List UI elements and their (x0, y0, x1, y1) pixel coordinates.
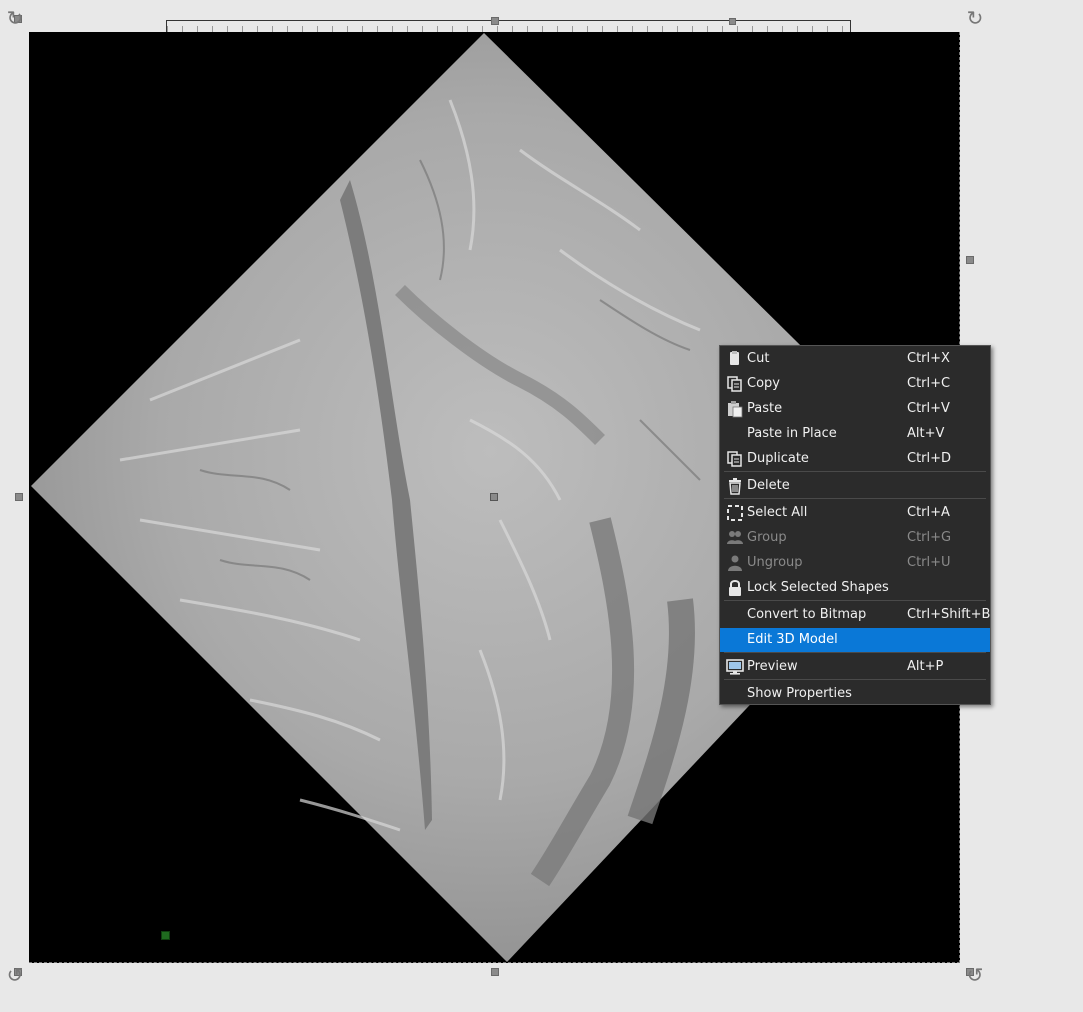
menu-item-convert-to-bitmap[interactable]: Convert to Bitmap Ctrl+Shift+B (720, 603, 990, 627)
menu-separator (724, 471, 986, 472)
ruler-marker[interactable] (729, 18, 736, 25)
rotate-handle-bottom-left-icon[interactable]: ↺ (4, 964, 26, 986)
menu-item-label: Duplicate (747, 451, 809, 466)
menu-item-label: Preview (747, 659, 798, 674)
menu-item-shortcut: Ctrl+D (907, 451, 952, 466)
menu-item-paste[interactable]: Paste Ctrl+V (720, 397, 990, 421)
center-handle[interactable] (490, 493, 498, 501)
menu-item-label: Edit 3D Model (747, 632, 838, 647)
menu-item-shortcut: Ctrl+A (907, 505, 950, 520)
lock-icon (729, 580, 741, 596)
rotate-handle-top-right-icon[interactable]: ↻ (964, 7, 986, 29)
menu-item-paste-in-place[interactable]: Paste in Place Alt+V (720, 422, 990, 446)
menu-item-shortcut: Ctrl+Shift+B (907, 607, 991, 622)
menu-item-shortcut: Alt+P (907, 659, 944, 674)
menu-separator (724, 679, 986, 680)
menu-item-shortcut: Ctrl+G (907, 530, 952, 545)
menu-item-group[interactable]: Group Ctrl+G (720, 526, 990, 550)
menu-separator (724, 498, 986, 499)
copy-icon (727, 376, 742, 392)
menu-item-label: Paste in Place (747, 426, 837, 441)
anchor-point[interactable] (161, 931, 170, 940)
duplicate-icon (727, 451, 742, 467)
resize-handle-bottom[interactable] (491, 968, 499, 976)
rotate-handle-top-left-icon[interactable]: ↻ (4, 7, 26, 29)
resize-handle-top[interactable] (491, 17, 499, 25)
menu-item-label: Cut (747, 351, 770, 366)
rotate-handle-bottom-right-icon[interactable]: ↺ (964, 964, 986, 986)
menu-item-shortcut: Ctrl+U (907, 555, 951, 570)
trash-icon (729, 478, 741, 495)
menu-item-cut[interactable]: Cut Ctrl+X (720, 347, 990, 371)
paste-icon (728, 401, 743, 418)
menu-item-label: Show Properties (747, 686, 852, 701)
menu-item-label: Ungroup (747, 555, 803, 570)
menu-item-lock-selected-shapes[interactable]: Lock Selected Shapes (720, 576, 990, 600)
menu-item-shortcut: Ctrl+X (907, 351, 950, 366)
menu-item-preview[interactable]: Preview Alt+P (720, 655, 990, 679)
resize-handle-left[interactable] (15, 493, 23, 501)
monitor-icon (726, 659, 744, 675)
menu-item-shortcut: Ctrl+C (907, 376, 951, 391)
cut-icon (730, 351, 739, 365)
menu-item-label: Paste (747, 401, 783, 416)
group-icon (727, 531, 743, 544)
menu-item-copy[interactable]: Copy Ctrl+C (720, 372, 990, 396)
menu-item-label: Lock Selected Shapes (747, 580, 889, 595)
menu-item-label: Group (747, 530, 787, 545)
menu-item-label: Delete (747, 478, 790, 493)
menu-item-edit-3d-model[interactable]: Edit 3D Model (720, 628, 990, 652)
menu-item-label: Select All (747, 505, 808, 520)
context-menu: Cut Ctrl+X Copy Ctrl+C Paste Ctrl+V Past… (719, 345, 991, 705)
menu-item-duplicate[interactable]: Duplicate Ctrl+D (720, 447, 990, 471)
menu-item-select-all[interactable]: Select All Ctrl+A (720, 501, 990, 525)
menu-separator (724, 600, 986, 601)
menu-item-label: Copy (747, 376, 780, 391)
menu-item-delete[interactable]: Delete (720, 474, 990, 498)
menu-item-shortcut: Ctrl+V (907, 401, 950, 416)
menu-item-label: Convert to Bitmap (747, 607, 867, 622)
select-all-icon (727, 505, 743, 521)
menu-separator (724, 652, 986, 653)
ungroup-icon (728, 555, 742, 571)
menu-item-shortcut: Alt+V (907, 426, 945, 441)
menu-item-show-properties[interactable]: Show Properties (720, 682, 990, 706)
menu-item-ungroup[interactable]: Ungroup Ctrl+U (720, 551, 990, 575)
resize-handle-right[interactable] (966, 256, 974, 264)
